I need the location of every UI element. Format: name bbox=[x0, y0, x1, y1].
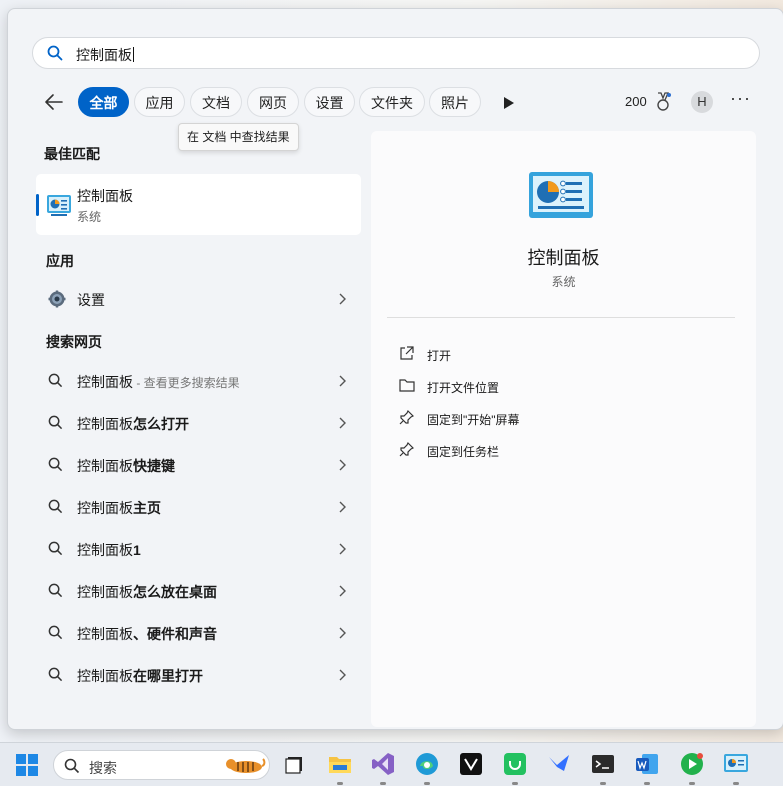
search-icon bbox=[48, 499, 63, 519]
visual-studio-icon[interactable] bbox=[370, 751, 396, 777]
action-label: 固定到"开始"屏幕 bbox=[427, 413, 520, 427]
tiger-search-highlight-icon bbox=[224, 754, 266, 781]
file-explorer-icon[interactable] bbox=[327, 751, 353, 777]
search-query: 控制面板 bbox=[76, 47, 134, 63]
taskbar-search-placeholder: 搜索 bbox=[89, 760, 117, 776]
search-icon bbox=[64, 758, 80, 779]
action-label: 打开 bbox=[427, 349, 452, 363]
pin-icon bbox=[399, 441, 415, 462]
jetbrains-icon[interactable] bbox=[458, 751, 484, 777]
search-icon bbox=[47, 45, 63, 66]
filter-chip-all[interactable]: 全部 bbox=[78, 87, 129, 117]
terminal-icon[interactable] bbox=[590, 751, 616, 777]
feishu-icon[interactable] bbox=[546, 751, 572, 777]
taskbar-search-box[interactable]: 搜索 bbox=[53, 750, 270, 780]
chevron-right-icon[interactable] bbox=[338, 626, 346, 644]
apps-heading: 应用 bbox=[46, 253, 74, 269]
search-icon bbox=[48, 667, 63, 687]
search-icon bbox=[48, 415, 63, 435]
selection-indicator bbox=[36, 194, 39, 216]
edge-icon[interactable] bbox=[414, 751, 440, 777]
best-match-subtitle: 系统 bbox=[77, 210, 102, 224]
web-result-item[interactable]: 控制面板在哪里打开 bbox=[36, 655, 361, 695]
filter-chip-apps[interactable]: 应用 bbox=[134, 87, 185, 117]
search-icon bbox=[48, 583, 63, 603]
taskbar: 搜索 bbox=[0, 742, 783, 786]
web-result-label: 控制面板主页 bbox=[77, 500, 161, 516]
chevron-right-icon[interactable] bbox=[338, 292, 346, 310]
web-result-item[interactable]: 控制面板怎么打开 bbox=[36, 403, 361, 443]
chevron-right-icon[interactable] bbox=[338, 584, 346, 602]
web-result-item[interactable]: 控制面板1 bbox=[36, 529, 361, 569]
chevron-right-icon[interactable] bbox=[338, 416, 346, 434]
web-result-item[interactable]: 控制面板快捷键 bbox=[36, 445, 361, 485]
play-icon[interactable] bbox=[503, 96, 514, 114]
app-item-label: 设置 bbox=[77, 292, 105, 308]
search-icon bbox=[48, 625, 63, 645]
word-icon[interactable] bbox=[634, 751, 660, 777]
detail-title: 控制面板 bbox=[527, 248, 600, 268]
wechat-icon[interactable] bbox=[502, 751, 528, 777]
filter-chip-folders[interactable]: 文件夹 bbox=[359, 87, 425, 117]
settings-gear-icon bbox=[48, 290, 66, 313]
media-player-icon[interactable] bbox=[679, 751, 705, 777]
filter-bar: 全部 应用 文档 网页 设置 文件夹 照片 200 H ··· bbox=[8, 87, 783, 119]
app-item-settings[interactable]: 设置 bbox=[36, 279, 361, 319]
windows-start-icon[interactable] bbox=[16, 754, 38, 781]
start-search-panel: 控制面板 全部 应用 文档 网页 设置 文件夹 照片 200 H ··· 在 文… bbox=[7, 8, 783, 730]
chevron-right-icon[interactable] bbox=[338, 542, 346, 560]
action-label: 固定到任务栏 bbox=[427, 445, 500, 459]
open-external-icon bbox=[399, 346, 414, 366]
control-panel-large-icon bbox=[528, 171, 594, 226]
chevron-right-icon[interactable] bbox=[338, 668, 346, 686]
search-icon bbox=[48, 373, 63, 393]
folder-icon bbox=[399, 378, 415, 397]
rewards-points[interactable]: 200 bbox=[625, 94, 647, 109]
rewards-medal-icon[interactable] bbox=[654, 92, 672, 117]
best-match-item[interactable]: 控制面板 系统 bbox=[36, 174, 361, 235]
web-result-label: 控制面板1 bbox=[77, 542, 141, 558]
web-result-label: 控制面板怎么放在桌面 bbox=[77, 584, 217, 600]
detail-subtitle: 系统 bbox=[551, 275, 576, 289]
search-icon bbox=[48, 541, 63, 561]
web-result-item[interactable]: 控制面板主页 bbox=[36, 487, 361, 527]
web-result-item[interactable]: 控制面板怎么放在桌面 bbox=[36, 571, 361, 611]
search-icon bbox=[48, 457, 63, 477]
more-options-icon[interactable]: ··· bbox=[730, 88, 751, 109]
chevron-right-icon[interactable] bbox=[338, 458, 346, 476]
web-search-heading: 搜索网页 bbox=[46, 334, 102, 350]
task-view-icon[interactable] bbox=[282, 751, 308, 777]
chevron-right-icon[interactable] bbox=[338, 500, 346, 518]
control-panel-icon bbox=[46, 193, 72, 222]
web-result-item[interactable]: 控制面板、硬件和声音 bbox=[36, 613, 361, 653]
back-arrow-icon[interactable] bbox=[44, 93, 64, 116]
detail-pane: 控制面板 系统 打开 打开文件位置 固定到"开始"屏幕 固定到任务栏 bbox=[371, 131, 756, 727]
chevron-right-icon[interactable] bbox=[338, 374, 346, 392]
web-result-label: 控制面板怎么打开 bbox=[77, 416, 189, 432]
best-match-heading: 最佳匹配 bbox=[44, 146, 100, 162]
control-panel-taskbar-icon[interactable] bbox=[723, 751, 749, 777]
web-result-item[interactable]: 控制面板 - 查看更多搜索结果 bbox=[36, 361, 361, 401]
search-input[interactable]: 控制面板 bbox=[32, 37, 760, 69]
best-match-title: 控制面板 bbox=[77, 188, 133, 204]
filter-chip-documents[interactable]: 文档 bbox=[190, 87, 242, 117]
web-result-label: 控制面板、硬件和声音 bbox=[77, 626, 217, 642]
web-result-label: 控制面板 - 查看更多搜索结果 bbox=[77, 374, 240, 390]
filter-chip-settings[interactable]: 设置 bbox=[304, 87, 355, 117]
web-result-label: 控制面板快捷键 bbox=[77, 458, 175, 474]
action-label: 打开文件位置 bbox=[427, 381, 500, 395]
web-result-label: 控制面板在哪里打开 bbox=[77, 668, 203, 684]
divider bbox=[387, 317, 735, 318]
avatar[interactable]: H bbox=[691, 91, 713, 113]
filter-tooltip: 在 文档 中查找结果 bbox=[178, 123, 299, 151]
filter-chip-photos[interactable]: 照片 bbox=[429, 87, 481, 117]
pin-icon bbox=[399, 409, 415, 430]
filter-chip-web[interactable]: 网页 bbox=[247, 87, 299, 117]
